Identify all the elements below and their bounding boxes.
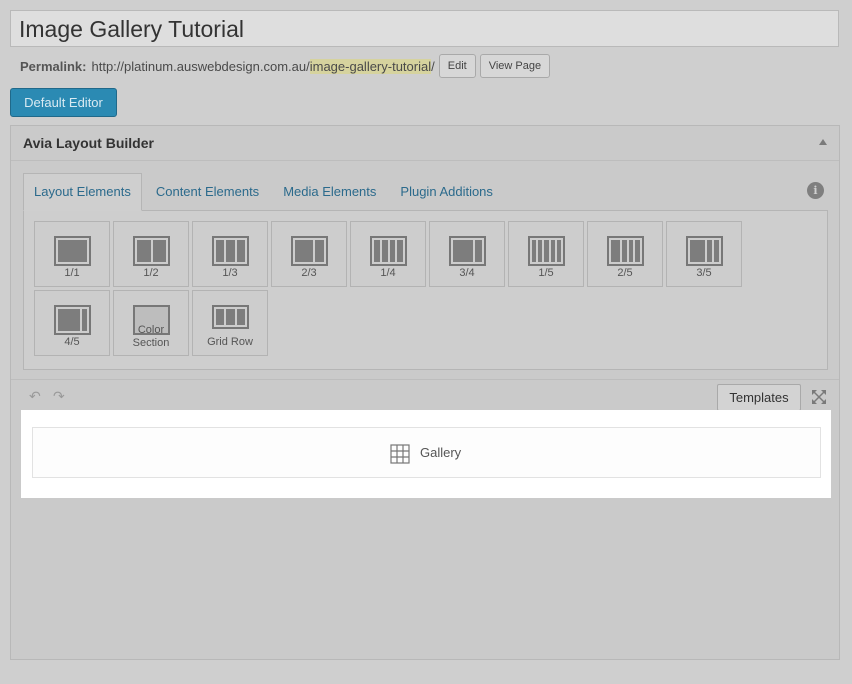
element-4-5[interactable]: 4/5 <box>34 290 110 356</box>
element-label: 2/3 <box>301 267 317 279</box>
element-1-4[interactable]: 1/4 <box>350 221 426 287</box>
element-label: 1/5 <box>538 267 554 279</box>
element-label-line1: Color <box>137 324 165 336</box>
permalink-slug[interactable]: image-gallery-tutorial <box>309 58 432 74</box>
column-1-4-icon <box>370 236 407 266</box>
element-label: 1/1 <box>64 267 80 279</box>
tab-content-elements[interactable]: Content Elements <box>146 173 269 211</box>
post-title-input[interactable]: Image Gallery Tutorial <box>10 10 839 47</box>
tab-layout-elements[interactable]: Layout Elements <box>23 173 142 211</box>
column-1-5-icon <box>528 236 565 266</box>
grid-icon <box>390 444 410 464</box>
column-1-1-icon <box>54 236 91 266</box>
fullscreen-icon[interactable] <box>811 389 827 405</box>
column-4-5-icon <box>54 305 91 335</box>
undo-icon[interactable]: ↶ <box>29 388 41 405</box>
element-label-line2: Section <box>132 337 170 349</box>
layout-elements-panel: 1/1 1/2 1/3 2/3 1/4 3/4 1/5 2/5 3/5 4/5 … <box>23 210 828 370</box>
tab-plugin-additions[interactable]: Plugin Additions <box>390 173 503 211</box>
element-color-section[interactable]: Color Section <box>113 290 189 356</box>
element-1-2[interactable]: 1/2 <box>113 221 189 287</box>
element-1-1[interactable]: 1/1 <box>34 221 110 287</box>
redo-icon[interactable]: ↷ <box>53 388 65 405</box>
tab-media-elements[interactable]: Media Elements <box>273 173 386 211</box>
gallery-element[interactable]: Gallery <box>32 427 821 478</box>
element-label: Color Section <box>114 324 188 350</box>
column-2-3-icon <box>291 236 328 266</box>
element-2-5[interactable]: 2/5 <box>587 221 663 287</box>
permalink-label: Permalink: <box>20 58 87 74</box>
editor-toolbar: ↶ ↷ Templates <box>11 379 839 413</box>
element-label: 3/5 <box>696 267 712 279</box>
avia-layout-builder-panel: Avia Layout Builder Layout Elements Cont… <box>10 125 840 660</box>
element-label: 1/3 <box>222 267 238 279</box>
element-grid-row[interactable]: Grid Row <box>192 290 268 356</box>
panel-header[interactable]: Avia Layout Builder <box>11 126 839 161</box>
permalink-row: Permalink: http://platinum.auswebdesign.… <box>20 54 551 78</box>
permalink-base[interactable]: http://platinum.auswebdesign.com.au/ <box>91 59 309 74</box>
permalink-tail: / <box>431 58 435 74</box>
element-2-3[interactable]: 2/3 <box>271 221 347 287</box>
column-1-2-icon <box>133 236 170 266</box>
panel-title: Avia Layout Builder <box>23 135 154 151</box>
column-3-4-icon <box>449 236 486 266</box>
element-1-3[interactable]: 1/3 <box>192 221 268 287</box>
builder-canvas[interactable]: Gallery <box>21 410 831 498</box>
view-page-button[interactable]: View Page <box>479 54 551 78</box>
element-3-5[interactable]: 3/5 <box>666 221 742 287</box>
element-label: Grid Row <box>207 336 253 348</box>
info-icon[interactable]: i <box>807 182 824 199</box>
column-2-5-icon <box>607 236 644 266</box>
templates-button[interactable]: Templates <box>717 384 801 411</box>
default-editor-button[interactable]: Default Editor <box>10 88 117 117</box>
column-3-5-icon <box>686 236 723 266</box>
element-label: 1/2 <box>143 267 159 279</box>
gallery-label: Gallery <box>420 445 462 460</box>
column-1-3-icon <box>212 236 249 266</box>
element-label: 2/5 <box>617 267 633 279</box>
element-label: 1/4 <box>380 267 396 279</box>
element-tabs: Layout Elements Content Elements Media E… <box>23 173 828 370</box>
tab-row: Layout Elements Content Elements Media E… <box>23 173 507 211</box>
grid-row-icon <box>212 305 249 329</box>
collapse-arrow-icon[interactable] <box>819 139 827 145</box>
element-1-5[interactable]: 1/5 <box>508 221 584 287</box>
element-label: 4/5 <box>64 336 80 348</box>
edit-permalink-button[interactable]: Edit <box>438 54 476 78</box>
element-label: 3/4 <box>459 267 475 279</box>
element-3-4[interactable]: 3/4 <box>429 221 505 287</box>
